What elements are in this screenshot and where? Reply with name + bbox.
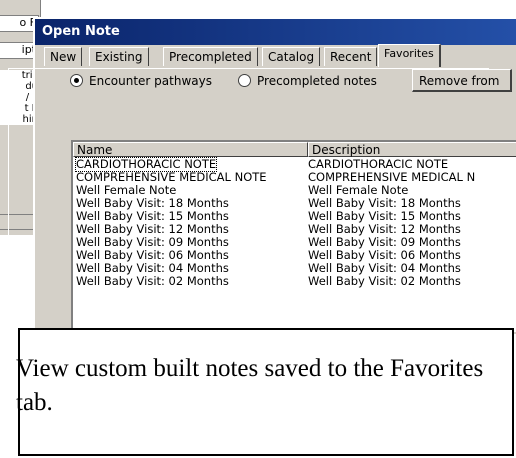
tab-catalog[interactable]: Catalog bbox=[262, 47, 321, 66]
tab-recent[interactable]: Recent bbox=[324, 47, 378, 66]
column-header-description[interactable]: Description bbox=[308, 142, 516, 157]
remove-from-favorites-button[interactable]: Remove from bbox=[412, 69, 512, 92]
dialog-titlebar[interactable]: Open Note bbox=[35, 19, 516, 45]
list-item-description: Well Baby Visit: 02 Months bbox=[308, 274, 461, 288]
tab-existing[interactable]: Existing bbox=[89, 47, 149, 66]
list-item-name: Well Baby Visit: 02 Months bbox=[76, 274, 229, 288]
list-header: Name Description bbox=[73, 142, 516, 158]
radio-unchecked-icon bbox=[238, 74, 251, 87]
column-header-name[interactable]: Name bbox=[73, 142, 308, 157]
radio-precompleted-notes[interactable]: Precompleted notes bbox=[238, 74, 377, 88]
tab-precompleted[interactable]: Precompleted bbox=[163, 47, 258, 66]
caption-text: View custom built notes saved to the Fav… bbox=[16, 355, 484, 416]
radio-checked-icon bbox=[70, 74, 83, 87]
favorites-list[interactable]: Name Description CARDIOTHORACIC NOTE CARD… bbox=[71, 140, 516, 332]
radio-encounter-pathways[interactable]: Encounter pathways bbox=[70, 74, 212, 88]
tab-favorites[interactable]: Favorites bbox=[378, 44, 441, 67]
dialog-title: Open Note bbox=[42, 24, 120, 39]
list-item[interactable]: Well Baby Visit: 02 Months Well Baby Visi… bbox=[73, 275, 516, 288]
tab-new[interactable]: New bbox=[44, 47, 83, 66]
